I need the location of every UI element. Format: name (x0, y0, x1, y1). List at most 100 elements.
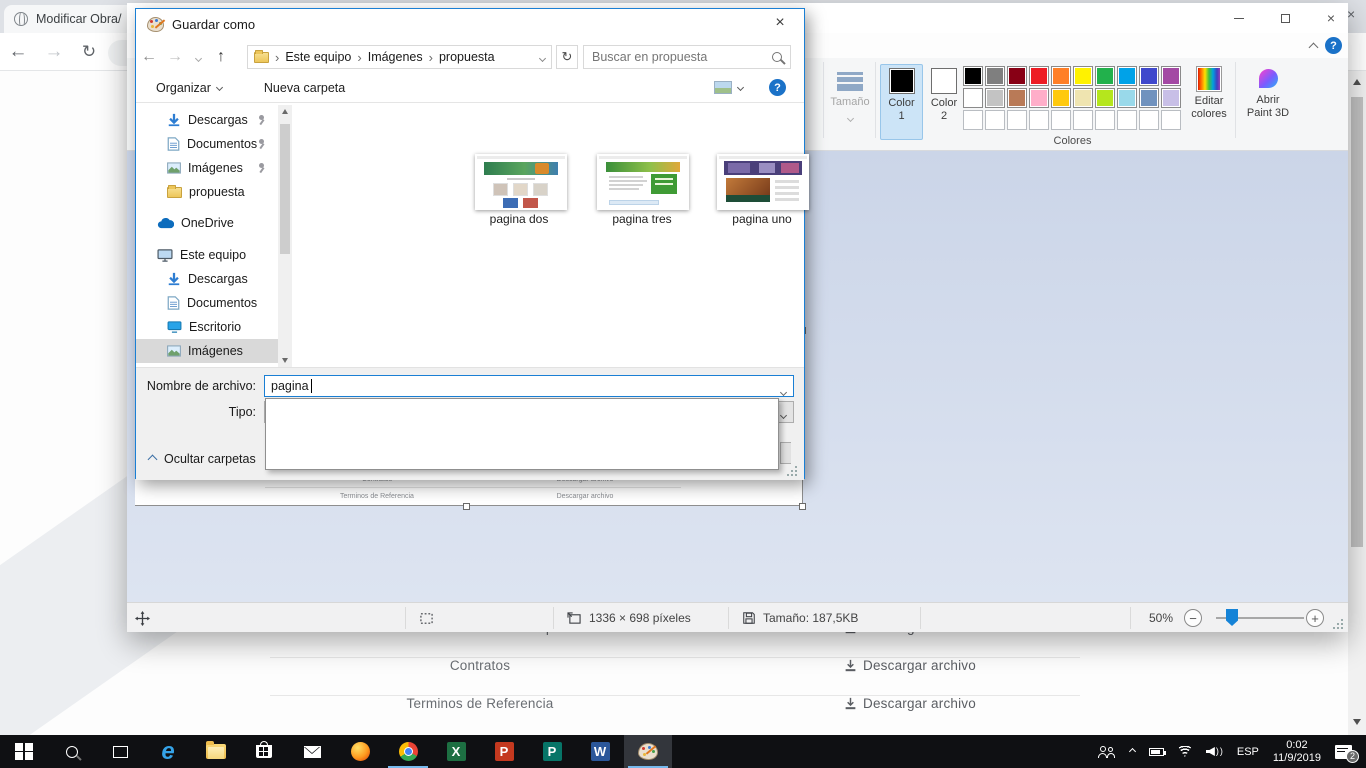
window-resize-grip[interactable] (1333, 618, 1344, 629)
sidebar-scrollbar[interactable] (278, 105, 292, 367)
chrome-button[interactable] (384, 735, 432, 768)
scrollbar-thumb[interactable] (280, 124, 290, 254)
palette-swatch-empty[interactable] (1161, 110, 1181, 130)
sidebar-item-propuesta[interactable]: propuesta (136, 180, 278, 204)
file-name[interactable]: pagina tres (582, 212, 702, 226)
network-indicator[interactable] (1171, 735, 1199, 768)
scroll-up-icon[interactable] (1353, 79, 1361, 85)
filename-input[interactable]: pagina (264, 375, 794, 397)
excel-button[interactable]: X (432, 735, 480, 768)
firefox-button[interactable] (336, 735, 384, 768)
zoom-out-button[interactable]: − (1184, 603, 1202, 633)
palette-swatch[interactable] (1073, 88, 1093, 108)
maximize-button[interactable] (1263, 3, 1307, 33)
chevron-down-icon[interactable] (781, 384, 786, 398)
zoom-slider-handle[interactable] (1226, 609, 1238, 626)
resize-handle[interactable] (799, 503, 806, 510)
breadcrumb-item[interactable]: Imágenes (368, 50, 423, 64)
edit-colors-button[interactable]: Editarcolores (1185, 66, 1233, 121)
zoom-slider[interactable] (1216, 617, 1304, 619)
breadcrumb-item[interactable]: propuesta (439, 50, 495, 64)
sidebar-item-imagenes[interactable]: Imágenes (136, 156, 278, 180)
palette-swatch-empty[interactable] (963, 110, 983, 130)
chevron-down-icon[interactable] (781, 407, 786, 421)
palette-swatch[interactable] (1095, 88, 1115, 108)
file-thumbnail-pagina-dos[interactable] (475, 154, 567, 210)
palette-swatch[interactable] (1051, 66, 1071, 86)
file-explorer-button[interactable] (192, 735, 240, 768)
palette-swatch[interactable] (1095, 66, 1115, 86)
file-name[interactable]: pagina dos (459, 212, 579, 226)
battery-indicator[interactable] (1142, 735, 1171, 768)
paint-button[interactable] (624, 735, 672, 768)
close-button[interactable]: × (1309, 3, 1353, 33)
file-name[interactable]: pagina uno (702, 212, 822, 226)
volume-indicator[interactable]: )) (1199, 735, 1230, 768)
dialog-resize-grip[interactable] (787, 465, 798, 476)
breadcrumb[interactable]: › Este equipo › Imágenes › propuesta (247, 45, 552, 69)
scroll-up-icon[interactable] (282, 109, 288, 114)
sidebar-item-imagenes-pc[interactable]: Imágenes (136, 339, 278, 363)
palette-swatch-empty[interactable] (985, 110, 1005, 130)
start-button[interactable] (0, 735, 48, 768)
browser-back-icon[interactable]: ← (0, 41, 36, 63)
tray-overflow-button[interactable] (1123, 735, 1142, 768)
sidebar-item-descargas-pc[interactable]: Descargas (136, 267, 278, 291)
palette-swatch[interactable] (1161, 66, 1181, 86)
edge-button[interactable]: e (144, 735, 192, 768)
task-view-button[interactable] (96, 735, 144, 768)
action-center-button[interactable]: 2 (1328, 735, 1366, 768)
sidebar-item-escritorio[interactable]: Escritorio (136, 315, 278, 339)
search-button[interactable] (48, 735, 96, 768)
palette-swatch-empty[interactable] (1139, 110, 1159, 130)
sidebar-item-onedrive[interactable]: OneDrive (136, 211, 278, 235)
palette-swatch[interactable] (1007, 88, 1027, 108)
palette-swatch[interactable] (985, 88, 1005, 108)
people-button[interactable] (1091, 735, 1123, 768)
sidebar-item-este-equipo[interactable]: Este equipo (136, 243, 278, 267)
palette-swatch-empty[interactable] (1029, 110, 1049, 130)
sidebar-item-documentos-pc[interactable]: Documentos (136, 291, 278, 315)
breadcrumb-item[interactable]: Este equipo (285, 50, 351, 64)
views-button[interactable] (714, 81, 743, 94)
download-link[interactable]: Descargar archivo (820, 696, 1000, 711)
resize-handle[interactable] (463, 503, 470, 510)
download-link[interactable]: Descargar archivo (820, 658, 1000, 673)
color2-button[interactable]: Color2 (925, 64, 963, 140)
clock[interactable]: 0:0211/9/2019 (1266, 735, 1328, 768)
nav-up-icon[interactable]: ↑ (208, 48, 234, 66)
nav-history-chevron-icon[interactable] (188, 50, 208, 64)
palette-swatch[interactable] (1139, 66, 1159, 86)
palette-swatch-empty[interactable] (1051, 110, 1071, 130)
color1-button[interactable]: Color1 (880, 64, 923, 140)
help-button[interactable]: ? (1325, 37, 1342, 54)
file-thumbnail-pagina-uno[interactable] (717, 154, 809, 210)
mail-button[interactable] (288, 735, 336, 768)
palette-swatch[interactable] (1073, 66, 1093, 86)
palette-swatch-empty[interactable] (1007, 110, 1027, 130)
palette-swatch-empty[interactable] (1073, 110, 1093, 130)
palette-swatch[interactable] (1029, 88, 1049, 108)
store-button[interactable] (240, 735, 288, 768)
palette-swatch[interactable] (1161, 88, 1181, 108)
hide-folders-button[interactable]: Ocultar carpetas (149, 452, 256, 466)
palette-swatch[interactable] (963, 88, 983, 108)
breadcrumb-dropdown-icon[interactable] (540, 50, 545, 64)
organize-button[interactable]: Organizar (156, 81, 222, 95)
palette-swatch[interactable] (1139, 88, 1159, 108)
scroll-down-icon[interactable] (282, 358, 288, 363)
dialog-close-button[interactable]: × (758, 9, 802, 37)
word-button[interactable]: W (576, 735, 624, 768)
zoom-in-button[interactable]: + (1306, 603, 1324, 633)
publisher-button[interactable]: P (528, 735, 576, 768)
filename-autocomplete-dropdown[interactable] (265, 398, 779, 470)
palette-swatch[interactable] (1051, 88, 1071, 108)
new-folder-button[interactable]: Nueva carpeta (264, 81, 345, 95)
open-paint3d-button[interactable]: AbrirPaint 3D (1239, 66, 1297, 120)
scroll-down-icon[interactable] (1353, 719, 1361, 725)
dialog-help-button[interactable]: ? (769, 79, 786, 96)
powerpoint-button[interactable]: P (480, 735, 528, 768)
palette-swatch[interactable] (1117, 66, 1137, 86)
collapse-ribbon-icon[interactable] (1309, 43, 1319, 53)
palette-swatch[interactable] (1117, 88, 1137, 108)
